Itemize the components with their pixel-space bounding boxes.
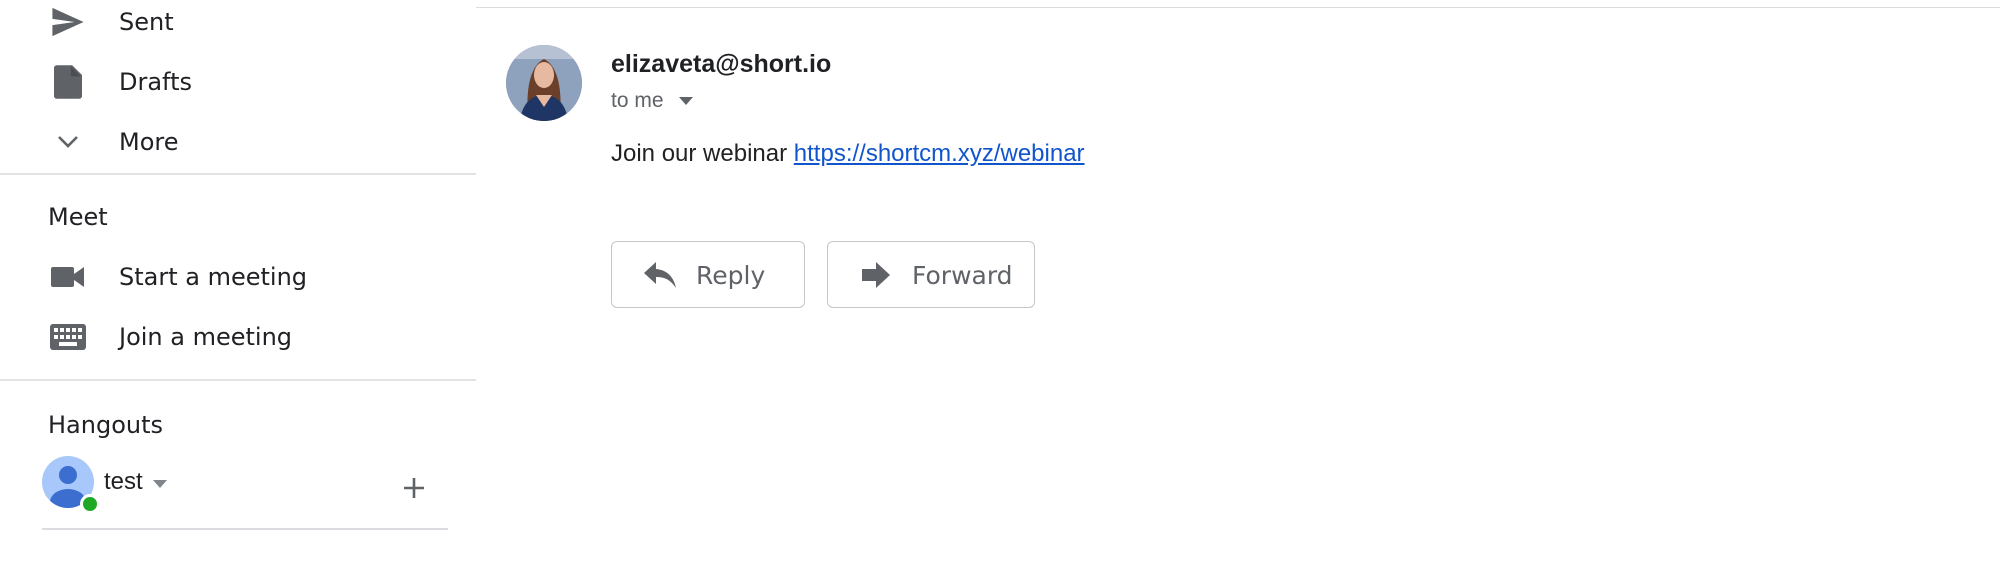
sidebar: Sent Drafts More Meet Start a meeting Jo… <box>0 0 476 563</box>
forward-button[interactable]: Forward <box>827 241 1035 308</box>
webinar-link[interactable]: https://shortcm.xyz/webinar <box>794 140 1085 167</box>
message-top-divider <box>476 7 2000 8</box>
hangouts-user-name[interactable]: test <box>104 468 143 496</box>
keyboard-icon <box>48 317 88 357</box>
sidebar-item-label: Drafts <box>119 68 192 96</box>
new-conversation-button[interactable] <box>396 470 432 506</box>
sidebar-item-label: More <box>119 128 179 156</box>
send-icon <box>48 2 88 42</box>
sidebar-item-sent[interactable]: Sent <box>0 0 476 50</box>
sidebar-item-label: Sent <box>119 8 174 36</box>
video-camera-icon <box>48 257 88 297</box>
recipient-label: to me <box>611 89 664 112</box>
online-status-badge <box>80 494 100 514</box>
sidebar-item-drafts[interactable]: Drafts <box>0 54 476 110</box>
meet-item-start[interactable]: Start a meeting <box>0 249 476 305</box>
message-body-text: Join our webinar <box>611 140 788 167</box>
gmail-window: Sent Drafts More Meet Start a meeting Jo… <box>0 0 2000 563</box>
caret-down-icon[interactable] <box>150 474 170 494</box>
hangouts-heading: Hangouts <box>48 411 164 439</box>
chevron-down-icon <box>48 122 88 162</box>
hangouts-user-row[interactable]: test <box>40 452 450 514</box>
sidebar-divider <box>0 379 476 381</box>
reply-label: Reply <box>696 261 766 290</box>
meet-item-label: Join a meeting <box>119 323 293 351</box>
forward-icon <box>862 262 890 288</box>
hangouts-divider <box>42 528 448 530</box>
plus-icon <box>404 478 424 498</box>
meet-item-join[interactable]: Join a meeting <box>0 309 476 365</box>
reply-icon <box>644 262 676 288</box>
recipient-details-toggle[interactable]: to me <box>611 89 694 113</box>
forward-label: Forward <box>912 261 1013 290</box>
reply-button[interactable]: Reply <box>611 241 805 308</box>
sidebar-divider <box>0 173 476 175</box>
meet-item-label: Start a meeting <box>119 263 308 291</box>
sender-avatar[interactable] <box>506 45 582 121</box>
draft-icon <box>48 62 88 102</box>
meet-heading: Meet <box>48 203 108 231</box>
sidebar-item-more[interactable]: More <box>0 114 476 170</box>
message-body: Join our webinar https://shortcm.xyz/web… <box>611 140 1085 168</box>
sender-email: elizaveta@short.io <box>611 50 832 78</box>
caret-down-icon[interactable] <box>678 93 694 109</box>
